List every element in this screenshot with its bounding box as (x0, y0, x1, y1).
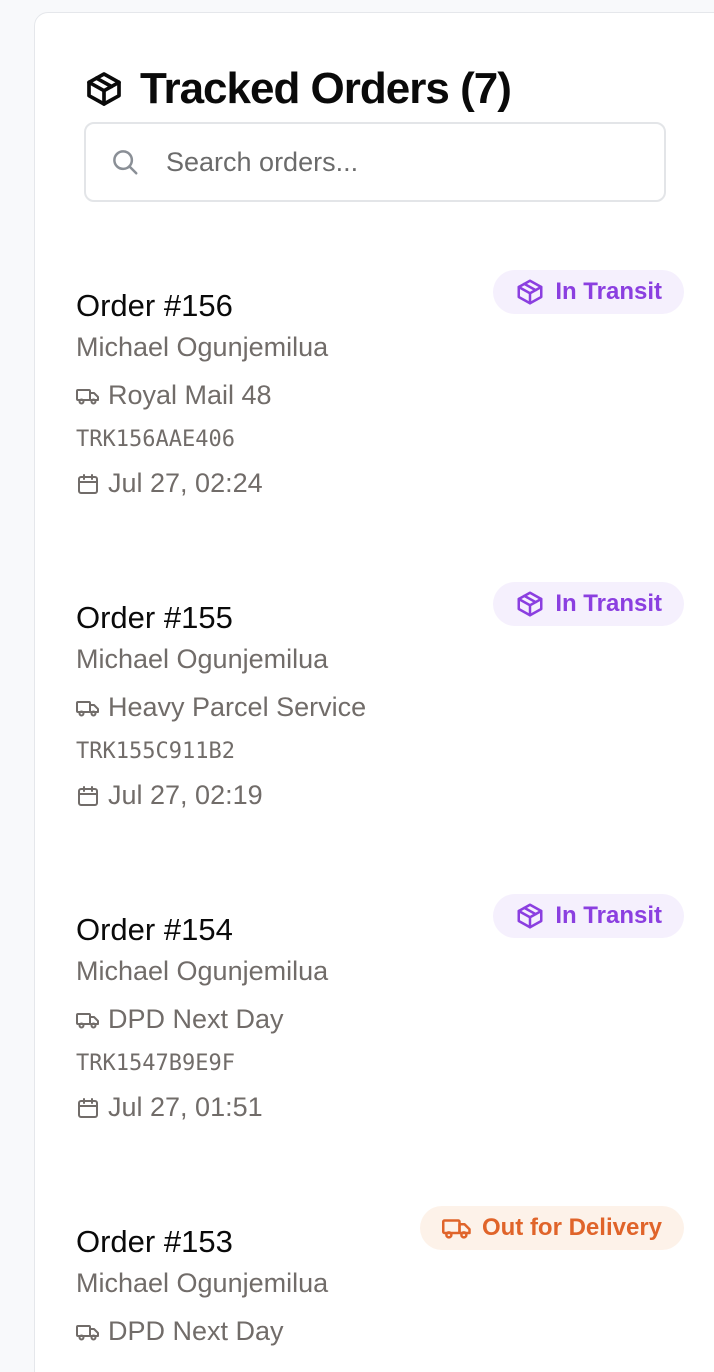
truck-icon (76, 696, 100, 720)
tracking-number: TRK155C911B2 (76, 739, 235, 764)
carrier-row: Royal Mail 48 (76, 380, 272, 411)
order-title[interactable]: Order #156 (76, 288, 233, 324)
status-label: In Transit (555, 278, 662, 305)
tracking-number: TRK1547B9E9F (76, 1051, 235, 1076)
order-title[interactable]: Order #154 (76, 912, 233, 948)
date-label: Jul 27, 01:51 (108, 1092, 263, 1122)
status-badge: Out for Delivery (419, 1206, 684, 1250)
calendar-icon (76, 472, 100, 496)
status-label: In Transit (555, 590, 662, 617)
status-badge: In Transit (493, 270, 684, 314)
order-title[interactable]: Order #153 (76, 1224, 233, 1260)
customer-name: Michael Ogunjemilua (76, 332, 329, 362)
page-title: Tracked Orders (7) (140, 64, 512, 113)
date-row: Jul 27, 02:24 (76, 468, 263, 499)
order-title[interactable]: Order #155 (76, 600, 233, 636)
truck-icon (76, 384, 100, 408)
customer-name: Michael Ogunjemilua (76, 956, 329, 986)
panel-header: Tracked Orders (7) (84, 62, 512, 116)
calendar-icon (76, 784, 100, 808)
status-label: Out for Delivery (481, 1214, 662, 1241)
truck-icon (441, 1213, 472, 1243)
customer-name: Michael Ogunjemilua (76, 644, 329, 674)
date-row: Jul 27, 01:51 (76, 1092, 263, 1123)
truck-icon (76, 1320, 100, 1344)
status-badge: In Transit (493, 894, 684, 938)
carrier-label: Royal Mail 48 (108, 380, 272, 410)
package-icon (515, 589, 545, 619)
status-badge: In Transit (493, 582, 684, 626)
status-label: In Transit (555, 902, 662, 929)
search-icon (110, 147, 140, 177)
carrier-row: DPD Next Day (76, 1004, 284, 1035)
customer-name: Michael Ogunjemilua (76, 1268, 329, 1298)
package-icon (515, 277, 545, 307)
search-box[interactable] (84, 122, 666, 202)
search-input[interactable] (166, 146, 646, 178)
package-icon (84, 69, 124, 109)
carrier-label: DPD Next Day (108, 1004, 284, 1034)
carrier-row: Heavy Parcel Service (76, 692, 366, 723)
date-row: Jul 27, 02:19 (76, 780, 263, 811)
date-label: Jul 27, 02:24 (108, 468, 263, 498)
package-icon (515, 901, 545, 931)
carrier-label: DPD Next Day (108, 1316, 284, 1346)
date-label: Jul 27, 02:19 (108, 780, 263, 810)
calendar-icon (76, 1096, 100, 1120)
carrier-row: DPD Next Day (76, 1316, 284, 1347)
truck-icon (76, 1008, 100, 1032)
tracking-number: TRK156AAE406 (76, 427, 235, 452)
carrier-label: Heavy Parcel Service (108, 692, 367, 722)
